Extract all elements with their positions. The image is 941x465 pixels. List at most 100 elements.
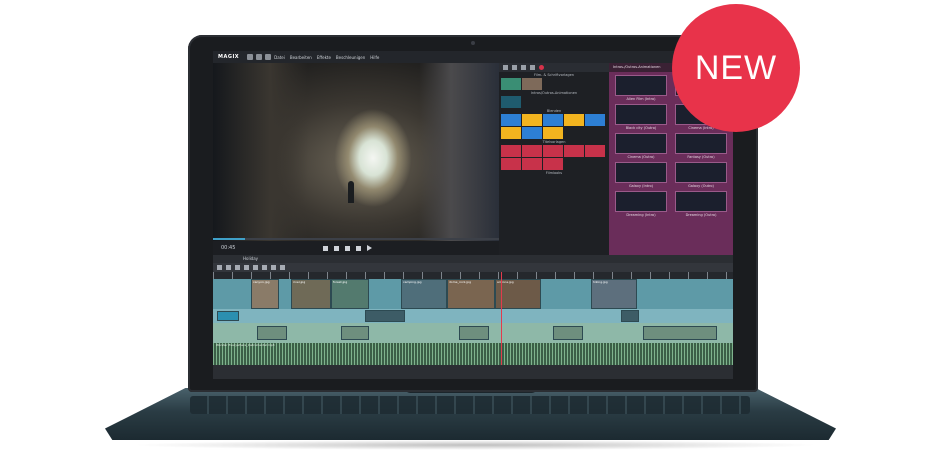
preview-scrubber[interactable] [213, 238, 499, 240]
new-badge: NEW [672, 4, 800, 132]
record-icon[interactable] [539, 65, 544, 70]
animation-label: Fantasy (Outro) [687, 155, 715, 159]
video-preview[interactable] [213, 63, 499, 241]
audio-clip-label: Wonder Everywhere_Instrumental.mp3 [216, 343, 275, 347]
previous-icon[interactable] [334, 245, 339, 251]
zoom-icon[interactable] [280, 265, 285, 270]
transition-thumb[interactable] [585, 114, 605, 126]
animation-item[interactable]: Fantasy (Outro) [675, 133, 727, 159]
template-thumb[interactable] [501, 78, 521, 90]
new-file-icon[interactable] [247, 54, 254, 60]
laptop-screen: MAGIX Datei Bearbeiten Effekte Beschleun… [213, 51, 733, 379]
paste-icon[interactable] [253, 265, 258, 270]
marker-icon[interactable] [323, 245, 328, 251]
title-clip[interactable] [365, 310, 405, 322]
title-thumb[interactable] [585, 145, 605, 157]
animation-label: Alien Film (Intro) [626, 97, 656, 101]
transition-grid [501, 114, 609, 139]
audio-track[interactable]: Wonder Everywhere_Instrumental.mp3 [213, 343, 733, 365]
animation-thumb [615, 75, 667, 96]
timeline-clip[interactable]: hiking.jpg [591, 279, 637, 309]
animation-label: Dreaming (Outro) [685, 213, 717, 217]
timeline-clip[interactable]: camping.jpg [401, 279, 447, 309]
animation-thumb [675, 162, 727, 183]
animation-item[interactable]: Cinema (Outro) [615, 133, 667, 159]
title-thumb[interactable] [564, 145, 584, 157]
title-thumb[interactable] [501, 145, 521, 157]
effect-clip[interactable] [553, 326, 583, 340]
image-icon[interactable] [530, 65, 535, 70]
animation-label: Black city (Outro) [625, 126, 657, 130]
title-clip[interactable] [621, 310, 639, 322]
transition-thumb[interactable] [522, 114, 542, 126]
title-clip[interactable] [217, 311, 239, 321]
preview-controls: 00:45 [213, 241, 499, 255]
timeline-ruler[interactable] [213, 272, 733, 279]
animation-item[interactable]: Dreaming (Intro) [615, 191, 667, 217]
effect-clip[interactable] [459, 326, 489, 340]
open-folder-icon[interactable] [256, 54, 263, 60]
preview-rock-left [213, 63, 308, 241]
animation-item[interactable]: Black city (Outro) [615, 104, 667, 130]
animation-item[interactable]: Dreaming (Outro) [675, 191, 727, 217]
redo-icon[interactable] [226, 265, 231, 270]
copy-icon[interactable] [244, 265, 249, 270]
menu-item-speed[interactable]: Beschleunigen [336, 55, 365, 60]
effect-clip[interactable] [341, 326, 369, 340]
cut-icon[interactable] [235, 265, 240, 270]
animation-label: Galaxy (Outro) [688, 184, 714, 188]
title-track[interactable] [213, 309, 733, 323]
title-template-grid [501, 145, 609, 170]
animation-thumb [675, 133, 727, 154]
effect-track[interactable] [213, 323, 733, 343]
menu-item-effects[interactable]: Effekte [317, 55, 331, 60]
menu-item-help[interactable]: Hilfe [370, 55, 379, 60]
grid-icon[interactable] [503, 65, 508, 70]
undo-icon[interactable] [217, 265, 222, 270]
save-icon[interactable] [265, 54, 272, 60]
menu-item-edit[interactable]: Bearbeiten [290, 55, 312, 60]
animation-item[interactable]: Alien Film (Intro) [615, 75, 667, 101]
playhead[interactable] [501, 272, 502, 365]
animation-thumb [615, 133, 667, 154]
transition-thumb[interactable] [501, 114, 521, 126]
menu-item-file[interactable]: Datei [274, 55, 285, 60]
app-logo: MAGIX [218, 54, 240, 60]
timeline-project-tab[interactable]: Holiday [213, 255, 733, 263]
animation-label: Dreaming (Intro) [626, 213, 656, 217]
timeline-clip[interactable]: river.jpg [291, 279, 331, 309]
transition-thumb[interactable] [543, 114, 563, 126]
timeline-clip[interactable]: forest.jpg [331, 279, 369, 309]
animation-item[interactable]: Galaxy (Outro) [675, 162, 727, 188]
video-track[interactable]: canyon.jpg river.jpg forest.jpg camping.… [213, 279, 733, 309]
effect-clip[interactable] [643, 326, 717, 340]
title-thumb[interactable] [501, 158, 521, 170]
timeline-toolbar [213, 263, 733, 272]
template-thumb[interactable] [522, 78, 542, 90]
title-thumb[interactable] [543, 158, 563, 170]
effects-icon[interactable] [521, 65, 526, 70]
stop-icon[interactable] [356, 245, 361, 251]
effect-clip[interactable] [257, 326, 287, 340]
text-icon[interactable] [262, 265, 267, 270]
title-thumb[interactable] [543, 145, 563, 157]
template-thumb[interactable] [501, 96, 521, 108]
title-thumb[interactable] [522, 158, 542, 170]
transition-thumb[interactable] [564, 114, 584, 126]
transition-thumb[interactable] [522, 127, 542, 139]
animation-item[interactable]: Galaxy (Intro) [615, 162, 667, 188]
play-icon[interactable] [367, 245, 372, 251]
webcam [471, 41, 475, 45]
transition-thumb[interactable] [543, 127, 563, 139]
rewind-icon[interactable] [345, 245, 350, 251]
animation-label: Galaxy (Intro) [628, 184, 654, 188]
title-icon[interactable] [512, 65, 517, 70]
timeline-clip[interactable]: canyon.jpg [251, 279, 279, 309]
animation-thumb [615, 191, 667, 212]
laptop-keyboard [190, 396, 750, 414]
pointer-icon[interactable] [271, 265, 276, 270]
transition-thumb[interactable] [501, 127, 521, 139]
laptop-shadow [130, 440, 820, 450]
timeline-clip[interactable]: dome_rock.jpg [447, 279, 495, 309]
title-thumb[interactable] [522, 145, 542, 157]
